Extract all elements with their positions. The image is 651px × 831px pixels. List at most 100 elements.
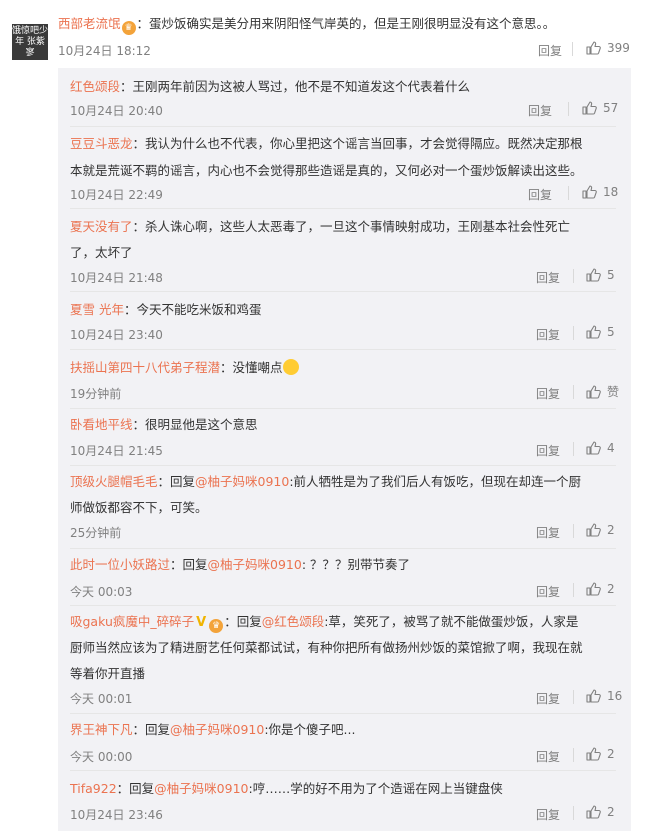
- username-link[interactable]: 卧看地平线: [70, 417, 133, 432]
- thumbs-up-icon: [586, 325, 601, 339]
- reply-body: ：没懂嘲点: [220, 360, 283, 375]
- like-button[interactable]: 5: [585, 324, 615, 340]
- username-link[interactable]: Tifa922: [70, 781, 117, 796]
- like-count: 5: [607, 268, 615, 282]
- username-link[interactable]: 界王神下凡: [70, 722, 133, 737]
- like-button[interactable]: 2: [585, 746, 615, 762]
- reply-button[interactable]: 回复: [528, 102, 552, 119]
- thumbs-up-icon: [586, 523, 601, 537]
- divider: [573, 806, 574, 820]
- like-button[interactable]: 18: [581, 184, 618, 200]
- reply-time: 10月24日 22:49: [70, 188, 163, 202]
- like-count: 5: [607, 325, 615, 339]
- like-button[interactable]: 2: [585, 581, 615, 597]
- reply-body: ：回复: [170, 557, 208, 572]
- thumbs-up-icon: [586, 747, 601, 761]
- like-count: 57: [603, 101, 619, 115]
- reply-body: :你是个傻子吧...: [264, 722, 356, 737]
- divider: [568, 102, 569, 116]
- reply-body: ：杀人诛心啊，这些人太恶毒了，一旦这个事情映射成功，王刚基本社会性死亡: [132, 219, 571, 234]
- like-button[interactable]: 5: [585, 267, 615, 283]
- username-link[interactable]: 夏雪 光年: [70, 302, 124, 317]
- reply-item: 夏天没有了：杀人诛心啊，这些人太恶毒了，一旦这个事情映射成功，王刚基本社会性死亡…: [58, 209, 631, 291]
- thumbs-up-icon: [586, 805, 601, 819]
- like-button[interactable]: 57: [581, 100, 618, 116]
- reply-time: 今天 00:00: [70, 750, 133, 764]
- thumbs-up-icon: [586, 582, 601, 596]
- replies-panel: 红色颂段：王刚两年前因为这被人骂过，他不是不知道发这个代表着什么 10月24日 …: [58, 68, 631, 831]
- username-link[interactable]: 吸gaku疯魔中_碎碎子: [70, 614, 194, 629]
- mention-link[interactable]: @柚子妈咪0910: [208, 557, 302, 572]
- like-button[interactable]: 2: [585, 522, 615, 538]
- username-link[interactable]: 扶摇山第四十八代弟子程潜: [70, 360, 220, 375]
- reply-time: 19分钟前: [70, 387, 122, 401]
- reply-button[interactable]: 回复: [536, 806, 560, 823]
- divider: [573, 748, 574, 762]
- divider: [573, 442, 574, 456]
- divider: [573, 583, 574, 597]
- like-button[interactable]: 16: [585, 688, 622, 704]
- username-link[interactable]: 豆豆斗恶龙: [70, 136, 133, 151]
- divider: [573, 385, 574, 399]
- reply-body: ：回复: [116, 781, 155, 796]
- reply-button[interactable]: 回复: [536, 326, 560, 343]
- like-count: 16: [607, 689, 623, 703]
- like-count: 2: [607, 747, 615, 761]
- username-link[interactable]: 此时一位小妖路过: [70, 557, 170, 572]
- reply-button[interactable]: 回复: [536, 385, 560, 402]
- avatar[interactable]: 饿惊吧少年 张紫寥: [12, 24, 48, 60]
- divider: [568, 186, 569, 200]
- mention-link[interactable]: @柚子妈咪0910: [154, 781, 248, 796]
- reply-button[interactable]: 回复: [536, 690, 560, 707]
- reply-body: :草，笑死了，被骂了就不能做蛋炒饭，人家是: [324, 614, 579, 629]
- reply-text: 夏天没有了：杀人诛心啊，这些人太恶毒了，一旦这个事情映射成功，王刚基本社会性死亡: [70, 213, 570, 240]
- reply-item: 夏雪 光年：今天不能吃米饭和鸡蛋 10月24日 23:40 回复 5: [58, 292, 631, 349]
- username-link[interactable]: 顶级火腿帽毛毛: [70, 474, 158, 489]
- reply-text: 豆豆斗恶龙：我认为什么也不代表，你心里把这个谣言当回事，才会觉得隔应。既然决定那…: [70, 130, 583, 157]
- like-button[interactable]: 赞: [585, 383, 619, 400]
- comment-body: ：蛋炒饭确实是美分用来阴阳怪气岸英的，但是王刚很明显没有这个意思。。: [136, 16, 556, 31]
- reply-time: 今天 00:03: [70, 585, 133, 599]
- divider: [573, 524, 574, 538]
- reply-body: ：回复: [224, 614, 262, 629]
- mention-link[interactable]: @红色颂段: [262, 614, 325, 629]
- username-link[interactable]: 西部老流氓: [58, 16, 121, 31]
- reply-body: ：今天不能吃米饭和鸡蛋: [123, 302, 262, 317]
- reply-button[interactable]: 回复: [536, 748, 560, 765]
- verified-v-icon: V: [196, 615, 207, 630]
- thumbs-up-icon: [582, 185, 597, 199]
- reply-time: 今天 00:01: [70, 692, 133, 706]
- reply-text: 此时一位小妖路过：回复@柚子妈咪0910: ？？？别带节奏了: [70, 551, 410, 578]
- thumbs-up-icon: [586, 441, 601, 455]
- divider: [572, 42, 573, 56]
- reply-body: :前人牺牲是为了我们后人有饭吃，但现在却连一个厨: [289, 474, 582, 489]
- reply-button[interactable]: 回复: [536, 524, 560, 541]
- reply-button[interactable]: 回复: [536, 583, 560, 600]
- reply-button[interactable]: 回复: [536, 442, 560, 459]
- mention-link[interactable]: @柚子妈咪0910: [195, 474, 289, 489]
- thumbs-up-icon: [586, 268, 601, 282]
- reply-time: 10月24日 21:48: [70, 271, 163, 285]
- reply-text: 夏雪 光年：今天不能吃米饭和鸡蛋: [70, 296, 262, 323]
- reply-text-line: 师做饭都容不下，可笑。: [70, 500, 208, 515]
- like-button[interactable]: 399: [585, 40, 630, 56]
- username-link[interactable]: 夏天没有了: [70, 219, 133, 234]
- reply-item: 卧看地平线：很明显他是这个意思 10月24日 21:45 回复 4: [58, 409, 631, 466]
- reply-body: ：我认为什么也不代表，你心里把这个谣言当回事，才会觉得隔应。既然决定那根: [132, 136, 583, 151]
- reply-text: Tifa922：回复@柚子妈咪0910:哼……学的好不用为了个造谣在网上当键盘侠: [70, 775, 503, 802]
- like-button[interactable]: 4: [585, 440, 615, 456]
- like-button[interactable]: 2: [585, 804, 615, 820]
- reply-button[interactable]: 回复: [528, 186, 552, 203]
- reply-button[interactable]: 回复: [538, 42, 562, 59]
- reply-body: ：回复: [157, 474, 196, 489]
- like-count: 2: [607, 805, 615, 819]
- reply-button[interactable]: 回复: [536, 269, 560, 286]
- reply-body: : ？？？别带节奏了: [301, 557, 411, 572]
- reply-body: ：很明显他是这个意思: [132, 417, 258, 432]
- like-count: 赞: [607, 385, 620, 399]
- reply-body: :哼……学的好不用为了个造谣在网上当键盘侠: [248, 781, 503, 796]
- username-link[interactable]: 红色颂段: [70, 79, 120, 94]
- reply-text-line: 了，太坏了: [70, 245, 133, 260]
- mention-link[interactable]: @柚子妈咪0910: [170, 722, 264, 737]
- reply-item: Tifa922：回复@柚子妈咪0910:哼……学的好不用为了个造谣在网上当键盘侠…: [58, 771, 631, 831]
